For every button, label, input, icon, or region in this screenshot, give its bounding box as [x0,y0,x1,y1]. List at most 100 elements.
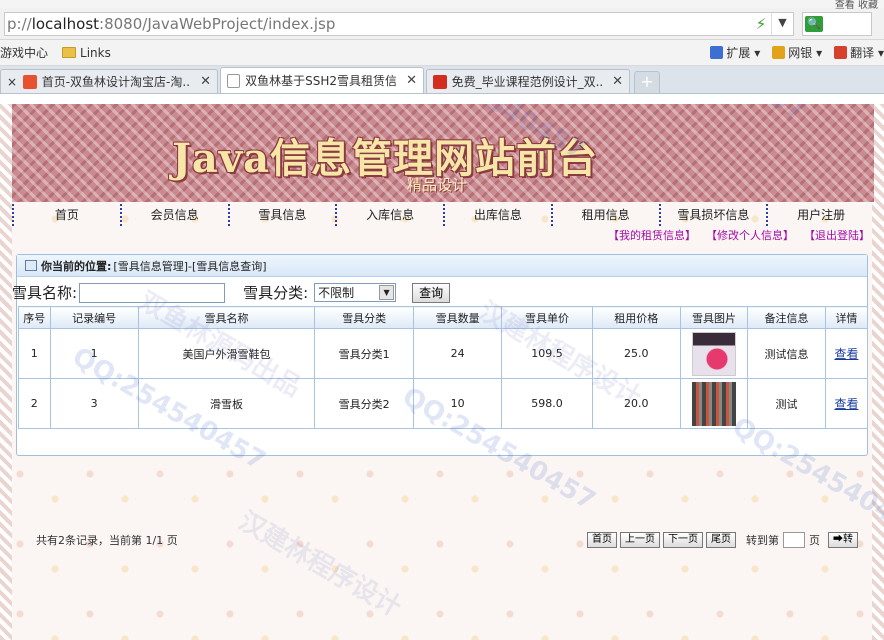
taobao-favicon [23,74,37,89]
last-page-button[interactable]: 尾页 [706,532,736,548]
cell-name: 滑雪板 [137,378,316,429]
toolbar-label: 翻译 [850,46,875,60]
nav-register[interactable]: 用户注册 [766,204,874,226]
nav-members[interactable]: 会员信息 [119,204,228,226]
main-nav: 首页 会员信息 雪具信息 入库信息 出库信息 租用信息 雪具损坏信息 用户注册 [12,202,874,228]
toolbar-extensions[interactable]: 扩展 ▾ [710,44,760,61]
col-qty: 雪具数量 [413,306,503,329]
cell-rent: 20.0 [591,378,681,429]
folder-icon [62,47,77,58]
close-icon[interactable]: ✕ [406,73,417,88]
cell-seq: 1 [18,328,51,379]
cell-rent: 25.0 [591,328,681,379]
cell-qty: 10 [413,378,503,429]
close-icon[interactable]: × [7,75,17,89]
url-prefix: p:// [7,14,32,33]
prev-page-button[interactable]: 上一页 [620,532,660,548]
page-unit: 页 [809,534,820,547]
watermark: 汉建林程序设计 [233,506,407,624]
cell-detail: 查看 [824,328,869,379]
view-detail-link[interactable]: 查看 [834,347,858,361]
nav-rental[interactable]: 租用信息 [550,204,659,226]
nav-damage[interactable]: 雪具损坏信息 [658,204,767,226]
cell-name: 美国户外滑雪鞋包 [137,328,316,379]
col-name: 雪具名称 [137,306,316,329]
url-field[interactable]: p://localhost:8080/JavaWebProject/index.… [4,11,794,36]
site-title: Java信息管理网站前台 [172,135,599,182]
edit-profile-link[interactable]: 【修改个人信息】 [706,227,794,243]
toolbar-translate[interactable]: 翻译 ▾ [834,44,884,61]
tab-label: 首页-双鱼林设计淘宝店-淘... [41,75,191,89]
pager-controls: 首页 上一页 下一页 尾页 转到第 页 ➡转 [584,532,868,548]
url-path: :8080/JavaWebProject/index.jsp [99,14,336,33]
window-icon [25,260,37,271]
breadcrumb: 你当前的位置: [雪具信息管理]-[雪具信息查询] [17,255,867,277]
browser-tab-taobao[interactable]: × 首页-双鱼林设计淘宝店-淘... ✕ [0,69,218,93]
cell-image [679,378,749,429]
my-rentals-link[interactable]: 【我的租赁信息】 [608,227,696,243]
lightning-icon[interactable]: ⚡ [751,15,771,33]
next-page-button[interactable]: 下一页 [663,532,703,548]
ski-bag-image [692,331,737,376]
col-note: 备注信息 [747,306,826,329]
cell-id: 1 [49,328,139,379]
logout-link[interactable]: 【退出登陆】 [804,227,870,243]
view-detail-link[interactable]: 查看 [834,397,858,411]
chevron-down-icon[interactable]: ▼ [771,12,793,35]
goto-page-input[interactable] [783,532,805,548]
toolbar-label: 扩展 [726,46,751,60]
close-icon[interactable]: ✕ [612,74,623,89]
toolbar-right: 扩展 ▾ 网银 ▾ 翻译 ▾ [698,44,884,61]
name-label: 雪具名称: [12,284,78,302]
table-row: 2 3 滑雪板 雪具分类2 10 598.0 20.0 测试 查看 [18,378,869,429]
goto-label: 转到第 [746,534,779,547]
browser-tab-free[interactable]: 免费_毕业课程范例设计_双... ✕ [426,69,630,93]
favorite-label: 游戏中心 [0,46,49,60]
record-count: 共有2条记录，当前第 1/1 页 [36,534,178,547]
query-button[interactable]: 查询 [412,282,451,303]
web-page: Java信息管理网站前台 精品设计 首页 会员信息 雪具信息 入库信息 出库信息… [0,104,884,640]
chevron-down-icon[interactable]: ▼ [379,285,395,300]
name-input[interactable] [79,282,226,303]
cell-id: 3 [49,378,139,429]
cell-price: 598.0 [501,378,593,429]
favorite-item-games[interactable]: 游戏中心 [0,44,48,61]
bank-icon [772,46,786,59]
nav-stock-out[interactable]: 出库信息 [443,204,551,226]
pagination: 共有2条记录，当前第 1/1 页 首页 上一页 下一页 尾页 转到第 页 ➡转 [18,528,868,552]
cell-image [679,328,749,379]
search-form: 雪具名称: 雪具分类: 不限制 ▼ 查询 [12,282,451,303]
cell-detail: 查看 [824,378,869,429]
user-links: 【我的租赁信息】 【修改个人信息】 【退出登陆】 [608,227,870,243]
top-menu-text[interactable]: 查看 收藏 [835,0,878,11]
favorite-label: Links [80,45,111,60]
table-header-row: 序号 记录编号 雪具名称 雪具分类 雪具数量 雪具单价 租用价格 雪具图片 备注… [18,306,869,329]
toolbar-label: 网银 [788,46,813,60]
go-button[interactable]: ➡转 [828,532,858,548]
tab-label: 免费_毕业课程范例设计_双... [451,75,603,89]
col-rent: 租用价格 [591,306,681,329]
nav-equipment[interactable]: 雪具信息 [227,204,336,226]
first-page-button[interactable]: 首页 [587,532,617,548]
category-select[interactable]: 不限制 ▼ [314,283,397,302]
site-favicon [433,74,447,89]
location-path: [雪具信息管理]-[雪具信息查询] [113,259,267,273]
browser-tab-active[interactable]: 双鱼林基于SSH2雪具租赁信... ✕ [220,67,424,93]
search-engine-box[interactable]: 🔍 [802,11,872,36]
new-tab-button[interactable]: + [634,71,660,93]
site-subtitle: 精品设计 [407,176,468,194]
tab-label: 双鱼林基于SSH2雪具租赁信... [245,74,397,88]
toolbar-bank[interactable]: 网银 ▾ [772,44,822,61]
cell-note: 测试 [747,378,826,429]
nav-stock-in[interactable]: 入库信息 [335,204,443,226]
url-host: localhost [31,14,100,33]
favorite-item-links[interactable]: Links [62,46,111,60]
table-row: 1 1 美国户外滑雪鞋包 雪具分类1 24 109.5 25.0 测试信息 查看 [18,328,869,379]
col-category: 雪具分类 [314,306,415,329]
close-icon[interactable]: ✕ [200,74,211,89]
search-icon[interactable]: 🔍 [805,15,823,32]
translate-icon [834,46,848,59]
nav-home[interactable]: 首页 [12,204,120,226]
extensions-icon [710,46,724,59]
page-favicon [227,73,241,88]
